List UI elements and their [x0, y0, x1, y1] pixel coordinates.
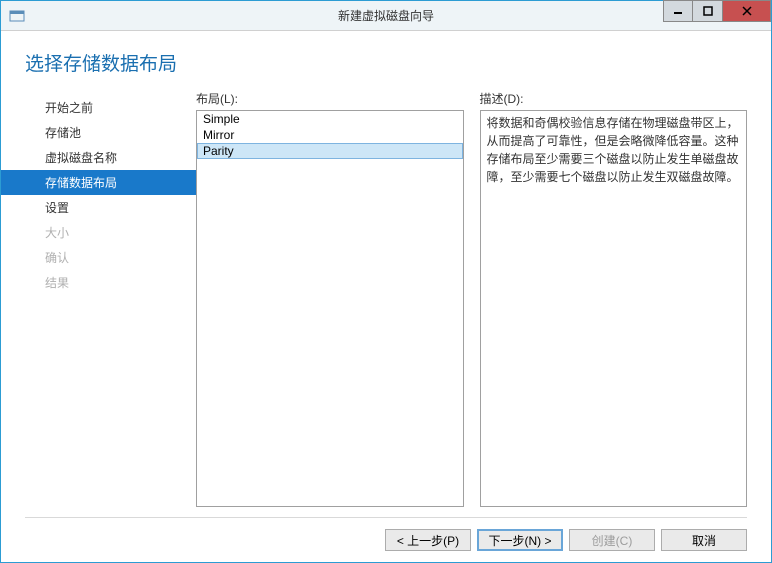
nav-item-storage-pool[interactable]: 存储池 — [1, 120, 196, 145]
wizard-window: 新建虚拟磁盘向导 选择存储数据布局 开始之前 存储池 虚拟磁盘名称 存储数据布局… — [0, 0, 772, 563]
wizard-nav: 开始之前 存储池 虚拟磁盘名称 存储数据布局 设置 大小 确认 结果 — [1, 90, 196, 507]
close-button[interactable] — [723, 0, 771, 22]
body: 开始之前 存储池 虚拟磁盘名称 存储数据布局 设置 大小 确认 结果 布局(L)… — [1, 90, 771, 517]
main-panel: 布局(L): Simple Mirror Parity 描述(D): 将数据和奇… — [196, 90, 747, 507]
prev-button[interactable]: < 上一步(P) — [385, 529, 471, 551]
maximize-button[interactable] — [693, 0, 723, 22]
description-column: 描述(D): 将数据和奇偶校验信息存储在物理磁盘带区上，从而提高了可靠性，但是会… — [480, 90, 748, 507]
nav-item-result: 结果 — [1, 270, 196, 295]
page-title: 选择存储数据布局 — [25, 49, 747, 76]
minimize-button[interactable] — [663, 0, 693, 22]
nav-item-size: 大小 — [1, 220, 196, 245]
description-text: 将数据和奇偶校验信息存储在物理磁盘带区上，从而提高了可靠性，但是会略微降低容量。… — [480, 110, 748, 507]
app-icon — [9, 8, 25, 24]
nav-item-storage-layout[interactable]: 存储数据布局 — [1, 170, 196, 195]
titlebar[interactable]: 新建虚拟磁盘向导 — [1, 1, 771, 31]
layout-column: 布局(L): Simple Mirror Parity — [196, 90, 464, 507]
create-button: 创建(C) — [569, 529, 655, 551]
window-title: 新建虚拟磁盘向导 — [338, 7, 434, 24]
content-area: 选择存储数据布局 开始之前 存储池 虚拟磁盘名称 存储数据布局 设置 大小 确认… — [1, 31, 771, 562]
layout-label: 布局(L): — [196, 90, 464, 107]
nav-item-provisioning[interactable]: 设置 — [1, 195, 196, 220]
description-label: 描述(D): — [480, 90, 748, 107]
nav-item-before-begin[interactable]: 开始之前 — [1, 95, 196, 120]
layout-option-mirror[interactable]: Mirror — [197, 127, 463, 143]
cancel-button[interactable]: 取消 — [661, 529, 747, 551]
header: 选择存储数据布局 — [1, 31, 771, 90]
layout-listbox[interactable]: Simple Mirror Parity — [196, 110, 464, 507]
next-button[interactable]: 下一步(N) > — [477, 529, 563, 551]
layout-option-simple[interactable]: Simple — [197, 111, 463, 127]
layout-option-parity[interactable]: Parity — [197, 143, 463, 159]
footer: < 上一步(P) 下一步(N) > 创建(C) 取消 — [1, 518, 771, 562]
nav-item-vd-name[interactable]: 虚拟磁盘名称 — [1, 145, 196, 170]
nav-item-confirm: 确认 — [1, 245, 196, 270]
window-controls — [663, 1, 771, 30]
